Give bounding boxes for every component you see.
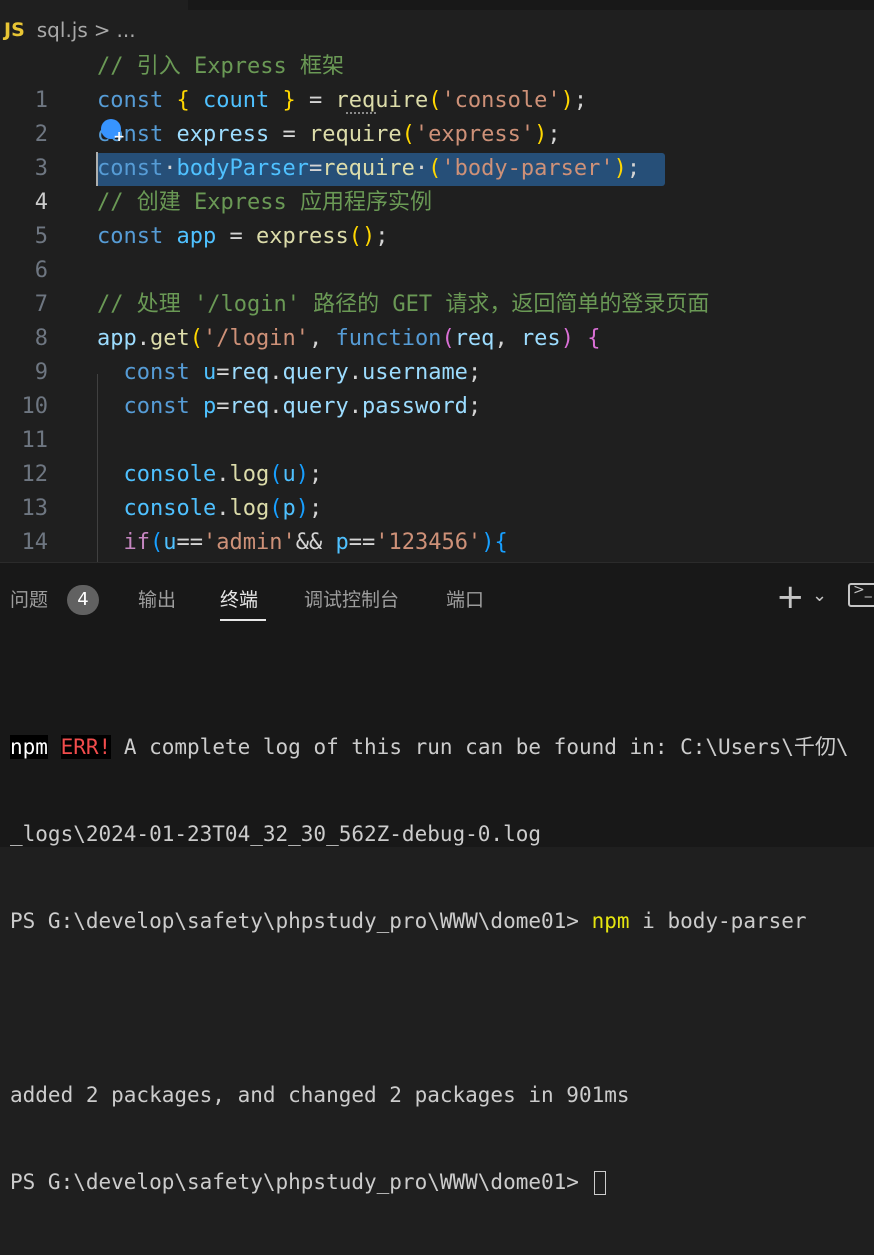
javascript-file-icon: JS (4, 19, 25, 41)
code-line: 6 const app = express(); (0, 220, 874, 283)
active-tab-indicator (220, 619, 266, 621)
npm-tag: npm (10, 735, 48, 759)
code-action-lightbulb-icon[interactable] (101, 119, 125, 145)
terminal-line: npm ERR! A complete log of this run can … (10, 733, 849, 762)
code-line: 3 const express = require('express'); (0, 118, 874, 181)
tab-output[interactable]: 输出 (138, 585, 176, 615)
bottom-panel: 问题 4 输出 终端 调试控制台 端口 + ⌄ npm ERR! A compl… (0, 562, 874, 1195)
tab-terminal[interactable]: 终端 (220, 585, 258, 615)
breadcrumb-symbols[interactable]: ... (117, 18, 136, 42)
code-line: 2 const { count } = require('console'); (0, 84, 874, 147)
code-line: 12 (0, 424, 874, 487)
chevron-down-icon[interactable]: ⌄ (812, 585, 827, 606)
terminal-line: PS G:\develop\safety\phpstudy_pro\WWW\do… (10, 907, 849, 936)
code-editor[interactable]: 1 // 引入 Express 框架 2 const { count } = r… (0, 50, 874, 562)
install-result: added 2 packages, and changed 2 packages… (10, 1083, 630, 1107)
terminal-profile-icon[interactable] (848, 582, 874, 607)
command: npm (591, 909, 630, 933)
terminal-cursor (593, 1171, 606, 1195)
tab-debug-console[interactable]: 调试控制台 (304, 585, 399, 615)
code-line: 13 console.log(u); (0, 458, 874, 521)
code-line: 15 if(u=='admin'&& p=='123456'){ (0, 526, 874, 560)
terminal-line: PS G:\develop\safety\phpstudy_pro\WWW\do… (10, 1168, 849, 1197)
prompt: PS G:\develop\safety\phpstudy_pro\WWW\do… (10, 909, 592, 933)
err-tag: ERR! (60, 735, 112, 759)
code-line-active: 4 const·bodyParser=require·('body-parser… (0, 152, 874, 215)
terminal-line: _logs\2024-01-23T04_32_30_562Z-debug-0.l… (10, 820, 849, 849)
command-args: i body-parser (629, 909, 807, 933)
code-line: 8 // 处理 '/login' 路径的 GET 请求，返回简单的登录页面 (0, 288, 874, 351)
error-message: A complete log of this run can be found … (111, 735, 849, 759)
tab-problems[interactable]: 问题 (10, 585, 48, 615)
prompt: PS G:\develop\safety\phpstudy_pro\WWW\do… (10, 1170, 592, 1194)
panel-tabs: 问题 4 输出 终端 调试控制台 端口 + ⌄ (0, 563, 874, 627)
code-line: 10 const u=req.query.username; (0, 356, 874, 419)
log-path: _logs\2024-01-23T04_32_30_562Z-debug-0.l… (10, 822, 542, 846)
terminal-output[interactable]: npm ERR! A complete log of this run can … (10, 675, 849, 1255)
code-line: 9 app.get('/login', function(req, res) { (0, 322, 874, 385)
comment: // 引入 Express 框架 (97, 54, 344, 79)
text-cursor (96, 152, 98, 186)
breadcrumb-file[interactable]: sql.js (37, 18, 88, 42)
breadcrumb: JS sql.js > ... (0, 12, 874, 48)
code-line: 7 (0, 254, 874, 317)
comment: // 创建 Express 应用程序实例 (97, 190, 432, 215)
suggestion-dots[interactable] (346, 108, 376, 114)
code-line: 14 console.log(p); (0, 492, 874, 555)
code-line: 5 // 创建 Express 应用程序实例 (0, 186, 874, 249)
new-terminal-plus-icon[interactable]: + (776, 577, 805, 617)
title-strip (0, 0, 874, 10)
tab-ports[interactable]: 端口 (446, 585, 484, 615)
chevron-right-icon: > (93, 18, 111, 42)
comment: // 处理 '/login' 路径的 GET 请求，返回简单的登录页面 (97, 292, 710, 317)
tab-bar-fill (188, 0, 874, 10)
terminal-line: added 2 packages, and changed 2 packages… (10, 1081, 849, 1110)
code-line: 11 const p=req.query.password; (0, 390, 874, 453)
problems-count-badge: 4 (67, 585, 99, 615)
code-line: 1 // 引入 Express 框架 (0, 50, 874, 113)
